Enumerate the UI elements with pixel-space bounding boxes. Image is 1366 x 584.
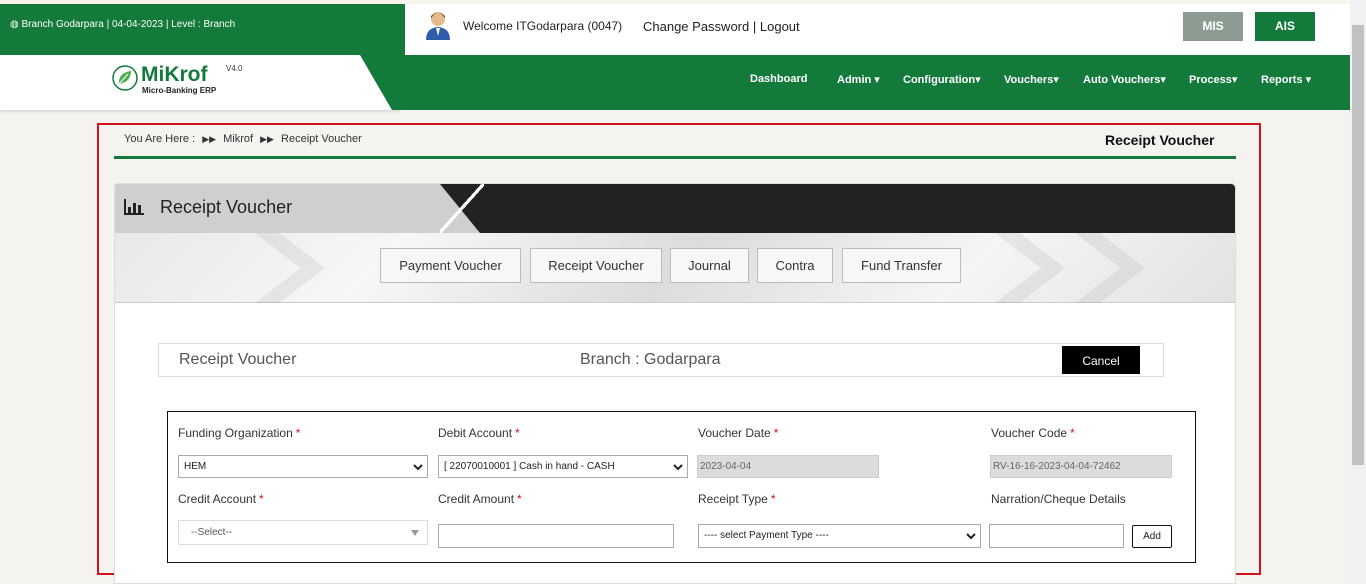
credit-account-label: Credit Account * (178, 492, 264, 506)
voucher-code-field: RV-16-16-2023-04-04-72462 (990, 455, 1172, 478)
form-title: Receipt Voucher (179, 351, 297, 368)
form-branch: Branch : Godarpara (580, 351, 721, 368)
logout-link[interactable]: Logout (760, 19, 800, 34)
welcome-text: Welcome ITGodarpara (0047) (463, 19, 623, 33)
breadcrumb: You Are Here : ▶▶ Mikrof ▶▶ Receipt Vouc… (124, 133, 362, 145)
logo-version: V4.0 (226, 64, 243, 73)
chevron-down-icon (966, 533, 976, 540)
narration-label: Narration/Cheque Details (991, 492, 1126, 506)
change-password-link[interactable]: Change Password (643, 19, 749, 34)
breadcrumb-mikrof[interactable]: Mikrof (223, 133, 253, 145)
caret-down-icon: ▾ (1302, 74, 1312, 86)
receipt-type-label: Receipt Type * (698, 492, 776, 506)
credit-amount-label: Credit Amount * (438, 492, 522, 506)
debit-account-label: Debit Account * (438, 426, 520, 440)
decor-chevron (255, 233, 325, 303)
funding-org-select[interactable]: HEM (178, 455, 428, 478)
voucher-date-label: Voucher Date * (698, 426, 779, 440)
tab-journal[interactable]: Journal (670, 248, 749, 283)
caret-down-icon (411, 530, 419, 536)
caret-down-icon: ▾ (975, 74, 981, 86)
voucher-date-field: 2023-04-04 (697, 455, 879, 478)
scrollbar-thumb[interactable] (1352, 25, 1364, 465)
narration-input[interactable] (989, 524, 1124, 548)
caret-down-icon: ▾ (871, 74, 880, 86)
credit-account-select[interactable]: --Select-- (178, 520, 428, 545)
breadcrumb-prefix: You Are Here : (124, 133, 196, 145)
logo[interactable]: MiKrof V4.0 Micro-Banking ERP (112, 63, 247, 103)
panel-header-divider (440, 184, 484, 233)
logo-subtitle: Micro-Banking ERP (142, 86, 217, 95)
credit-amount-input[interactable] (438, 524, 674, 548)
tab-fund-transfer[interactable]: Fund Transfer (842, 248, 961, 283)
debit-account-select[interactable]: [ 22070010001 ] Cash in hand - CASH (438, 455, 688, 478)
link-separator: | (752, 19, 757, 34)
receipt-type-select[interactable]: ---- select Payment Type ---- (698, 524, 981, 548)
nav-auto-vouchers[interactable]: Auto Vouchers▾ (1083, 73, 1166, 86)
globe-icon: ◍ (10, 19, 22, 30)
breadcrumb-current: Receipt Voucher (281, 133, 362, 145)
panel-title: Receipt Voucher (160, 197, 293, 217)
nav-configuration[interactable]: Configuration▾ (903, 73, 981, 86)
title-divider (114, 156, 1236, 159)
tab-receipt-voucher[interactable]: Receipt Voucher (530, 248, 662, 283)
double-chevron-icon: ▶▶ (202, 134, 217, 144)
add-button[interactable]: Add (1132, 525, 1172, 548)
chevron-down-icon (673, 464, 683, 471)
decor-chevron (995, 233, 1065, 303)
nav-process[interactable]: Process▾ (1189, 73, 1237, 86)
funding-org-label: Funding Organization * (178, 426, 301, 440)
chevron-down-icon (413, 464, 423, 471)
logo-name: MiKrof (141, 63, 208, 86)
double-chevron-icon: ▶▶ (260, 134, 274, 144)
branch-info: ◍ Branch Godarpara | 04-04-2023 | Level … (10, 19, 236, 30)
decor-chevron (1075, 233, 1145, 303)
caret-down-icon: ▾ (1053, 74, 1059, 86)
tab-payment-voucher[interactable]: Payment Voucher (380, 248, 521, 283)
nav-reports[interactable]: Reports ▾ (1261, 73, 1311, 86)
mis-button[interactable]: MIS (1183, 12, 1243, 41)
nav-dashboard[interactable]: Dashboard (750, 73, 807, 85)
page-title: Receipt Voucher (1105, 132, 1215, 148)
ais-button[interactable]: AIS (1255, 12, 1315, 41)
leaf-logo-icon (112, 65, 138, 91)
user-avatar-icon (426, 12, 450, 40)
nav-admin[interactable]: Admin ▾ (837, 73, 880, 86)
caret-down-icon: ▾ (1231, 74, 1238, 86)
nav-vouchers[interactable]: Vouchers▾ (1004, 73, 1059, 86)
voucher-code-label: Voucher Code * (991, 426, 1075, 440)
tab-contra[interactable]: Contra (757, 248, 833, 283)
caret-down-icon: ▾ (1160, 74, 1166, 86)
account-links: Change Password | Logout (643, 19, 800, 34)
bar-chart-icon (124, 199, 144, 215)
cancel-button[interactable]: Cancel (1062, 346, 1140, 374)
